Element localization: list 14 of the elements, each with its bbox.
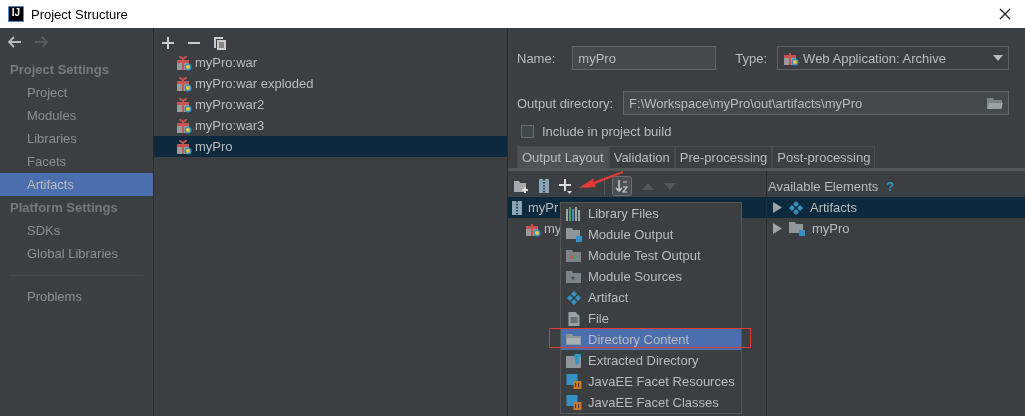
available-elements-heading: Available Elements <box>768 179 879 194</box>
artifact-label: myPro:war <box>195 55 258 70</box>
output-directory-label: Output directory: <box>517 95 614 111</box>
artifact-label: myPro:war3 <box>195 118 265 133</box>
window-title: Project Structure <box>31 6 129 22</box>
section-heading: Project Settings <box>9 61 110 79</box>
checkbox-label: Include in project build <box>542 123 672 139</box>
app-logo: IJ <box>8 6 24 22</box>
artifact-label: myPro:war2 <box>195 97 265 112</box>
type-label: Type: <box>735 50 768 66</box>
name-label: Name: <box>517 50 556 66</box>
section-heading: Platform Settings <box>9 199 119 217</box>
artifact-label: myPro:war exploded <box>195 76 314 91</box>
artifact-label: myPro <box>195 139 233 154</box>
